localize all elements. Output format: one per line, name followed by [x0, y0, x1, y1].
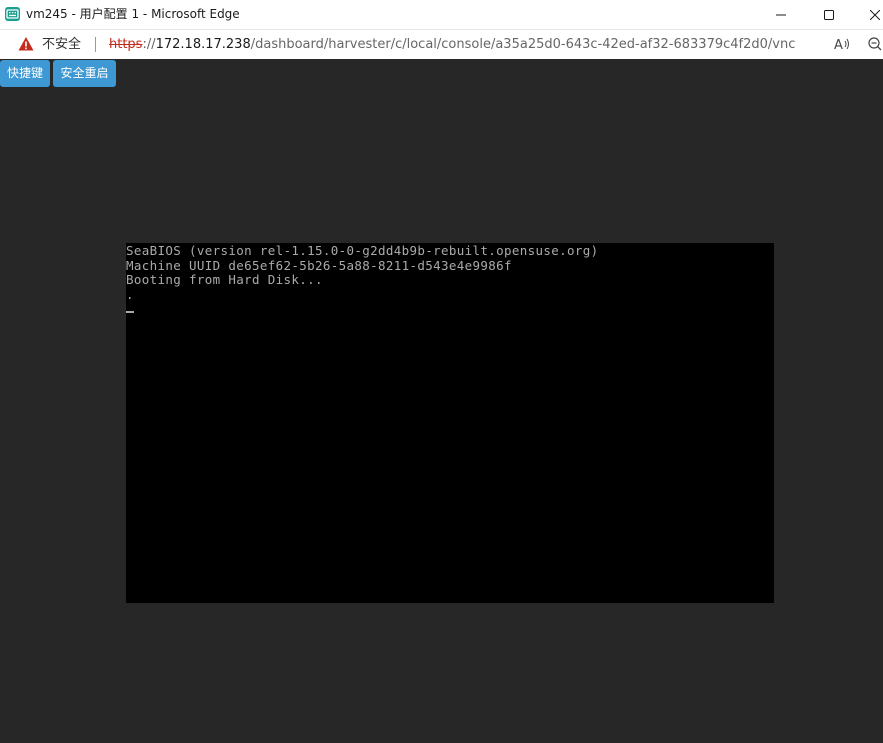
console-line: Booting from Hard Disk...: [126, 272, 323, 287]
warning-icon[interactable]: [18, 36, 34, 52]
url-field[interactable]: https://172.18.17.238/dashboard/harveste…: [109, 36, 795, 53]
console-line: .: [126, 286, 134, 302]
security-label[interactable]: 不安全: [42, 36, 81, 53]
read-aloud-icon[interactable]: A: [834, 36, 852, 52]
shortcut-keys-button[interactable]: 快捷键: [0, 60, 50, 87]
zoom-icon[interactable]: [867, 36, 883, 52]
url-path: /dashboard/harvester/c/local/console/a35…: [250, 37, 796, 52]
window-title: vm245 - 用户配置 1 - Microsoft Edge: [26, 7, 240, 21]
title-bar: vm245 - 用户配置 1 - Microsoft Edge: [0, 0, 883, 29]
safe-reboot-button[interactable]: 安全重启: [53, 60, 116, 87]
text-cursor: [126, 311, 134, 313]
console-line: Machine UUID de65ef62-5b26-5a88-8211-d54…: [126, 257, 512, 273]
address-divider: [95, 37, 96, 52]
close-icon: [870, 9, 880, 20]
console-page: 快捷键 安全重启 SeaBIOS (version rel-1.15.0-0-g…: [0, 59, 883, 743]
url-separator: ://: [142, 37, 156, 52]
vnc-screen[interactable]: SeaBIOS (version rel-1.15.0-0-g2dd4b9b-r…: [126, 243, 774, 603]
svg-text:A: A: [834, 38, 843, 52]
maximize-icon: [824, 9, 834, 20]
maximize-button[interactable]: [806, 0, 852, 29]
close-button[interactable]: [852, 0, 883, 29]
minimize-icon: [776, 14, 786, 15]
url-scheme: https: [109, 37, 143, 52]
console-line: SeaBIOS (version rel-1.15.0-0-g2dd4b9b-r…: [126, 243, 599, 258]
url-host: 172.18.17.238: [155, 37, 251, 52]
vnc-console-icon: [5, 7, 20, 21]
minimize-button[interactable]: [758, 0, 804, 29]
address-bar[interactable]: 不安全 https://172.18.17.238/dashboard/harv…: [0, 29, 883, 60]
